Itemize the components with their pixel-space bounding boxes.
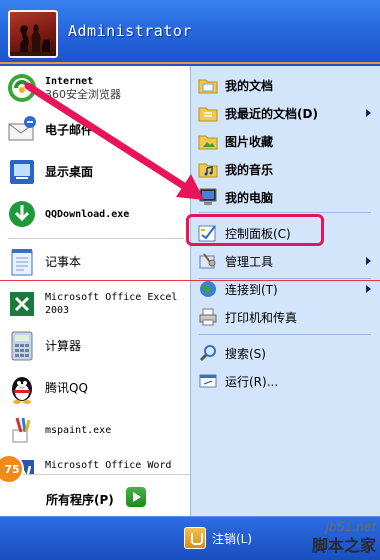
place-run-label: 运行(R)... bbox=[225, 374, 279, 389]
my-documents-icon bbox=[197, 74, 219, 96]
show-desktop-icon bbox=[4, 154, 40, 190]
pinned-programs-pane: Internet 360安全浏览器 电子邮件 显示桌面 QQDownload.e… bbox=[0, 66, 190, 516]
program-mspaint-label: mspaint.exe bbox=[45, 424, 112, 436]
program-show-desktop-label: 显示桌面 bbox=[45, 164, 94, 179]
program-email[interactable]: 电子邮件 bbox=[4, 110, 188, 150]
place-recent-documents[interactable]: 我最近的文档(D) bbox=[197, 100, 377, 126]
program-qqdownload-label: QQDownload.exe bbox=[45, 208, 130, 220]
program-notepad-label: 记事本 bbox=[45, 254, 82, 269]
program-calculator-label: 计算器 bbox=[45, 338, 82, 353]
place-my-music[interactable]: 我的音乐 bbox=[197, 156, 377, 182]
place-my-computer-label: 我的电脑 bbox=[225, 190, 274, 205]
admin-tools-icon bbox=[197, 250, 219, 272]
right-divider bbox=[199, 212, 371, 213]
place-recent-documents-label: 我最近的文档(D) bbox=[225, 106, 318, 121]
place-my-computer[interactable]: 我的电脑 bbox=[197, 184, 377, 210]
place-printers-label: 打印机和传真 bbox=[225, 310, 298, 325]
place-search[interactable]: 搜索(S) bbox=[197, 340, 377, 366]
watermark-name: 脚本之家 bbox=[311, 536, 376, 555]
place-admin-tools-label: 管理工具 bbox=[225, 254, 274, 269]
program-email-label: 电子邮件 bbox=[45, 122, 94, 137]
connect-to-icon bbox=[197, 278, 219, 300]
place-admin-tools[interactable]: 管理工具 bbox=[197, 248, 377, 274]
program-qq-label: 腾讯QQ bbox=[45, 380, 88, 395]
recent-documents-icon bbox=[197, 102, 219, 124]
program-calculator[interactable]: 计算器 bbox=[4, 326, 188, 366]
my-music-icon bbox=[197, 158, 219, 180]
submenu-arrow-icon bbox=[366, 285, 371, 293]
logoff-icon bbox=[184, 527, 206, 549]
start-menu: Administrator Internet 360安全浏览器 电子邮件 显示桌… bbox=[0, 0, 380, 560]
browser-360-icon bbox=[4, 70, 40, 106]
qq-download-icon bbox=[4, 196, 40, 232]
submenu-arrow-icon bbox=[366, 257, 371, 265]
watermark: jb51.net 脚本之家 bbox=[312, 519, 376, 556]
place-my-pictures[interactable]: 图片收藏 bbox=[197, 128, 377, 154]
start-menu-header: Administrator bbox=[0, 0, 380, 64]
printers-icon bbox=[197, 306, 219, 328]
place-run[interactable]: 运行(R)... bbox=[197, 368, 377, 394]
run-icon bbox=[197, 370, 219, 392]
logoff-label: 注销(L) bbox=[212, 531, 253, 546]
place-printers[interactable]: 打印机和传真 bbox=[197, 304, 377, 330]
annotation-line bbox=[0, 280, 380, 281]
user-name: Administrator bbox=[68, 22, 192, 40]
excel-icon bbox=[4, 286, 40, 322]
program-internet-label: Internet bbox=[45, 76, 94, 87]
place-my-documents[interactable]: 我的文档 bbox=[197, 72, 377, 98]
place-search-label: 搜索(S) bbox=[225, 346, 266, 361]
place-my-documents-label: 我的文档 bbox=[225, 78, 274, 93]
place-connect-to-label: 连接到(T) bbox=[225, 282, 278, 297]
left-divider bbox=[8, 238, 184, 239]
email-icon bbox=[4, 112, 40, 148]
right-divider bbox=[199, 334, 371, 335]
program-qqdownload[interactable]: QQDownload.exe bbox=[4, 194, 188, 234]
logoff-button[interactable]: 注销(L) bbox=[184, 527, 252, 549]
program-excel[interactable]: Microsoft Office Excel 2003 bbox=[4, 284, 188, 324]
place-my-music-label: 我的音乐 bbox=[225, 162, 274, 177]
place-my-pictures-label: 图片收藏 bbox=[225, 134, 274, 149]
all-programs-label: 所有程序(P) bbox=[46, 493, 114, 507]
program-notepad[interactable]: 记事本 bbox=[4, 242, 188, 282]
qq-penguin-icon bbox=[4, 370, 40, 406]
program-word-label-line1: Microsoft Office Word bbox=[45, 460, 172, 471]
calculator-icon bbox=[4, 328, 40, 364]
play-arrow-icon bbox=[126, 487, 146, 507]
all-programs-button[interactable]: 所有程序(P) bbox=[0, 474, 190, 516]
program-internet[interactable]: Internet 360安全浏览器 bbox=[4, 68, 188, 108]
user-avatar[interactable] bbox=[8, 10, 58, 58]
control-panel-highlight bbox=[186, 214, 324, 246]
submenu-arrow-icon bbox=[366, 109, 371, 117]
program-excel-label-line1: Microsoft Office Excel bbox=[45, 292, 178, 303]
program-internet-sublabel: 360安全浏览器 bbox=[45, 88, 121, 101]
program-mspaint[interactable]: mspaint.exe bbox=[4, 410, 188, 450]
program-show-desktop[interactable]: 显示桌面 bbox=[4, 152, 188, 192]
my-computer-icon bbox=[197, 186, 219, 208]
program-qq[interactable]: 腾讯QQ bbox=[4, 368, 188, 408]
system-places-pane: 我的文档 我最近的文档(D) 图片收藏 我的音乐 我的电脑 控制面板(C) 管理… bbox=[190, 66, 380, 516]
search-icon bbox=[197, 342, 219, 364]
my-pictures-icon bbox=[197, 130, 219, 152]
program-excel-label-line2: 2003 bbox=[45, 305, 70, 316]
paint-icon bbox=[4, 412, 40, 448]
notepad-icon bbox=[4, 244, 40, 280]
